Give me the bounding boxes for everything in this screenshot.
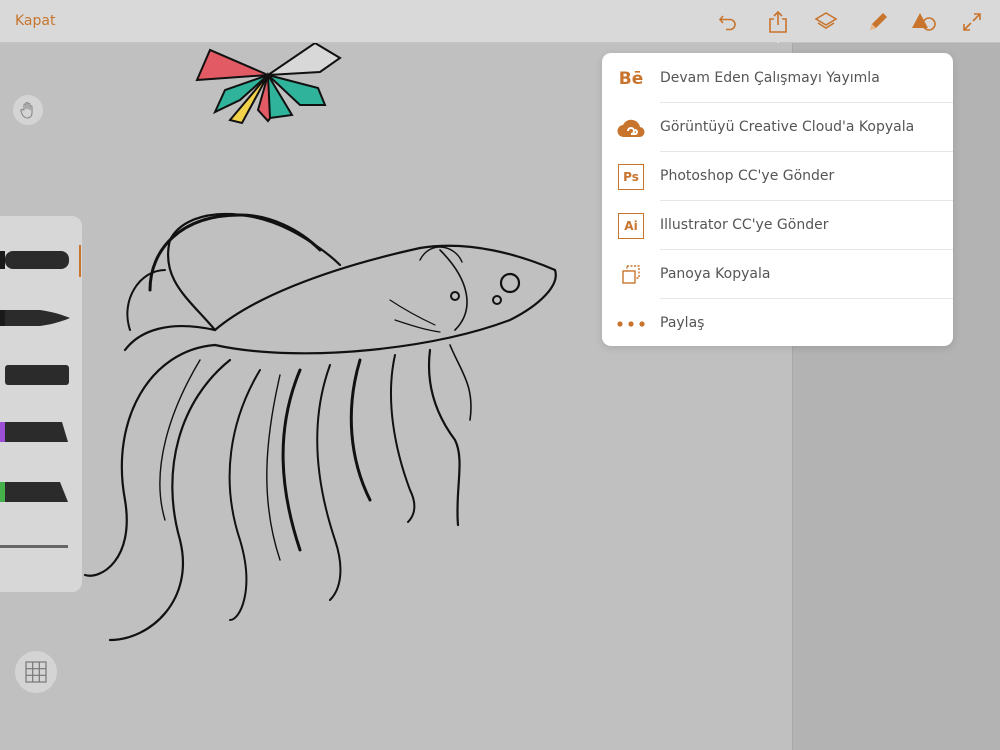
share-item[interactable]: Paylaş	[602, 299, 953, 348]
copy-to-creative-cloud-item[interactable]: Görüntüyü Creative Cloud'a Kopyala	[602, 103, 953, 152]
menu-item-label: Panoya Kopyala	[660, 266, 771, 282]
more-dots-icon	[616, 309, 646, 339]
share-menu: Bē Devam Eden Çalışmayı Yayımla Görüntüy…	[602, 53, 953, 346]
copy-to-clipboard-item[interactable]: Panoya Kopyala	[602, 250, 953, 299]
menu-item-label: Illustrator CC'ye Gönder	[660, 217, 829, 233]
brush-marker[interactable]	[0, 419, 72, 445]
shapes-icon[interactable]	[910, 8, 938, 36]
send-to-photoshop-item[interactable]: Ps Photoshop CC'ye Gönder	[602, 152, 953, 201]
publish-wip-item[interactable]: Bē Devam Eden Çalışmayı Yayımla	[602, 54, 953, 103]
menu-item-label: Devam Eden Çalışmayı Yayımla	[660, 70, 880, 86]
grid-icon	[25, 661, 47, 683]
grid-toggle-button[interactable]	[15, 651, 57, 693]
share-icon[interactable]	[764, 8, 792, 50]
close-button[interactable]: Kapat	[15, 13, 55, 29]
send-to-illustrator-item[interactable]: Ai Illustrator CC'ye Gönder	[602, 201, 953, 250]
creative-cloud-icon	[616, 113, 646, 143]
menu-item-label: Photoshop CC'ye Gönder	[660, 168, 835, 184]
selected-brush-indicator	[79, 245, 81, 277]
photoshop-icon: Ps	[616, 162, 646, 192]
undo-icon[interactable]	[714, 8, 742, 36]
brush-flat[interactable]	[0, 362, 72, 388]
brush-ink[interactable]	[0, 478, 72, 506]
brush-panel	[0, 216, 82, 592]
hand-icon	[20, 101, 33, 119]
brush-pencil[interactable]	[0, 542, 72, 552]
brush-round[interactable]	[0, 248, 72, 272]
expand-icon[interactable]	[958, 8, 986, 36]
touch-mode-button[interactable]	[13, 95, 43, 125]
pencil-icon[interactable]	[864, 8, 892, 36]
flower-sketch	[195, 43, 342, 125]
illustrator-icon: Ai	[616, 211, 646, 241]
menu-item-label: Görüntüyü Creative Cloud'a Kopyala	[660, 119, 915, 135]
behance-icon: Bē	[618, 69, 644, 89]
brush-taper[interactable]	[0, 306, 72, 330]
top-toolbar: Kapat	[0, 0, 1000, 50]
clipboard-copy-icon	[616, 260, 646, 290]
menu-item-label: Paylaş	[660, 315, 705, 331]
layers-icon[interactable]	[812, 8, 840, 36]
